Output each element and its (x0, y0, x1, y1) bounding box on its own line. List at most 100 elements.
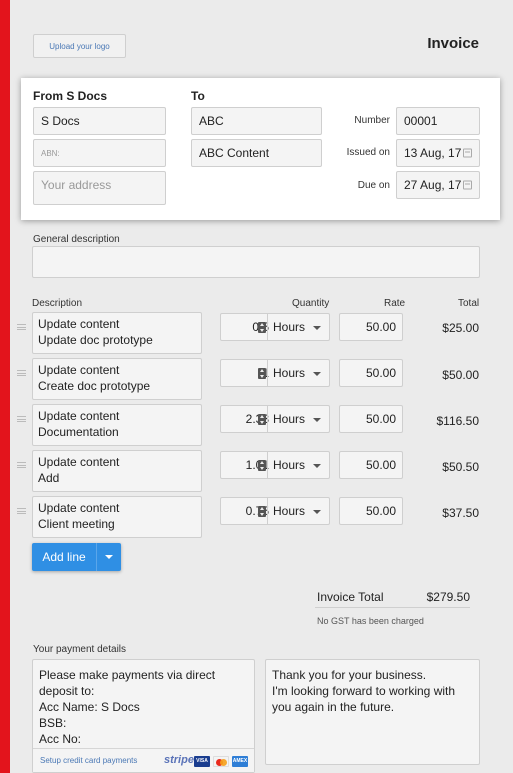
to-heading: To (191, 89, 205, 103)
line-unit-value: Hours (273, 458, 306, 472)
payment-line: Acc Name: S Docs (39, 700, 140, 714)
add-line-button[interactable]: Add line (32, 543, 121, 571)
line-description-detail: Add (38, 471, 60, 485)
mastercard-icon (213, 756, 229, 767)
line-quantity-field[interactable]: 1Hours (220, 359, 330, 387)
line-rate-field[interactable]: 50.00 (339, 359, 403, 387)
due-label: Due on (357, 180, 390, 191)
line-quantity-field[interactable]: 1.01Hours (220, 451, 330, 479)
stepper-icon[interactable] (258, 460, 266, 471)
stepper-icon[interactable] (258, 506, 266, 517)
line-quantity-field[interactable]: 0.75Hours (220, 497, 330, 525)
general-description-field[interactable] (32, 246, 480, 278)
payment-details-text: Please make payments via direct deposit … (39, 667, 215, 747)
visa-icon: VISA (194, 756, 210, 767)
payment-details-field[interactable]: Please make payments via direct deposit … (32, 659, 255, 773)
divider (267, 314, 268, 340)
amex-icon: AMEX (232, 756, 248, 767)
address-field[interactable]: Your address (33, 171, 166, 205)
divider (267, 452, 268, 478)
line-quantity-field[interactable]: 2.33Hours (220, 405, 330, 433)
line-rate-field[interactable]: 50.00 (339, 313, 403, 341)
to-company-value: ABC Content (199, 146, 270, 160)
line-unit-value: Hours (273, 504, 306, 518)
stepper-icon[interactable] (258, 368, 266, 379)
chevron-down-icon[interactable] (105, 555, 113, 559)
upload-logo-button[interactable]: Upload your logo (33, 34, 126, 58)
drag-handle-icon[interactable] (17, 416, 26, 422)
abn-field[interactable]: ABN: (33, 139, 166, 167)
line-description-field[interactable]: Update content Create doc prototype (32, 358, 202, 400)
line-total: $25.00 (442, 321, 479, 335)
invoice-number-field[interactable]: 00001 (396, 107, 480, 135)
invoice-total-label: Invoice Total (317, 590, 384, 604)
payment-line: Acc No: (39, 732, 82, 746)
column-rate: Rate (384, 298, 406, 309)
notes-line: you again in the future. (272, 700, 395, 714)
line-total: $37.50 (442, 506, 479, 520)
calendar-icon[interactable] (463, 148, 472, 158)
drag-handle-icon[interactable] (17, 370, 26, 376)
general-description-label: General description (33, 234, 120, 245)
drag-handle-icon[interactable] (17, 324, 26, 330)
notes-field[interactable]: Thank you for your business. I'm looking… (265, 659, 480, 765)
payment-details-label: Your payment details (33, 644, 127, 655)
line-description-field[interactable]: Update content Documentation (32, 404, 202, 446)
line-description-detail: Client meeting (38, 517, 115, 531)
issued-label: Issued on (346, 147, 390, 158)
line-unit-value: Hours (273, 366, 306, 380)
payment-line: deposit to: (39, 684, 95, 698)
line-rate-field[interactable]: 50.00 (339, 451, 403, 479)
chevron-down-icon[interactable] (313, 418, 321, 422)
line-description-title: Update content (38, 363, 120, 377)
to-name-value: ABC (199, 114, 224, 128)
to-name-field[interactable]: ABC (191, 107, 322, 135)
payment-line: BSB: (39, 716, 67, 730)
divider (267, 498, 268, 524)
parties-card: From S Docs S Docs ABN: Your address To … (21, 78, 500, 220)
line-description-field[interactable]: Update content Add (32, 450, 202, 492)
chevron-down-icon[interactable] (313, 326, 321, 330)
from-name-value: S Docs (41, 114, 80, 128)
notes-line: Thank you for your business. (272, 668, 427, 682)
issued-date-field[interactable]: 13 Aug, 17 (396, 139, 480, 167)
invoice-number-value: 00001 (404, 114, 438, 128)
setup-credit-card-link[interactable]: Setup credit card payments (40, 756, 137, 765)
stepper-icon[interactable] (258, 414, 266, 425)
calendar-icon[interactable] (463, 180, 472, 190)
divider (267, 360, 268, 386)
invoice-total-value: $279.50 (426, 590, 470, 604)
to-company-field[interactable]: ABC Content (191, 139, 322, 167)
drag-handle-icon[interactable] (17, 462, 26, 468)
line-description-detail: Update doc prototype (38, 333, 153, 347)
chevron-down-icon[interactable] (313, 510, 321, 514)
line-unit-value: Hours (273, 320, 306, 334)
line-description-title: Update content (38, 501, 120, 515)
line-description-title: Update content (38, 455, 120, 469)
line-quantity-field[interactable]: 0.5Hours (220, 313, 330, 341)
line-description-field[interactable]: Update content Update doc prototype (32, 312, 202, 354)
chevron-down-icon[interactable] (313, 464, 321, 468)
line-description-title: Update content (38, 317, 120, 331)
stripe-logo: stripe (164, 754, 194, 766)
invoice-title: Invoice (427, 35, 479, 52)
chevron-down-icon[interactable] (313, 372, 321, 376)
due-date-field[interactable]: 27 Aug, 17 (396, 171, 480, 199)
column-description: Description (32, 298, 83, 309)
number-label: Number (354, 115, 390, 126)
abn-placeholder: ABN: (41, 148, 60, 158)
payment-footer: Setup credit card payments stripe VISA A… (33, 748, 254, 772)
line-rate-field[interactable]: 50.00 (339, 497, 403, 525)
add-line-label: Add line (42, 550, 86, 564)
from-name-field[interactable]: S Docs (33, 107, 166, 135)
drag-handle-icon[interactable] (17, 508, 26, 514)
line-rate-field[interactable]: 50.00 (339, 405, 403, 433)
accent-sidebar (0, 0, 10, 773)
line-description-field[interactable]: Update content Client meeting (32, 496, 202, 538)
line-total: $116.50 (436, 414, 480, 428)
stepper-icon[interactable] (258, 322, 266, 333)
address-placeholder: Your address (41, 178, 112, 192)
gst-note: No GST has been charged (317, 616, 424, 626)
line-description-detail: Create doc prototype (38, 379, 151, 393)
line-description-detail: Documentation (38, 425, 119, 439)
